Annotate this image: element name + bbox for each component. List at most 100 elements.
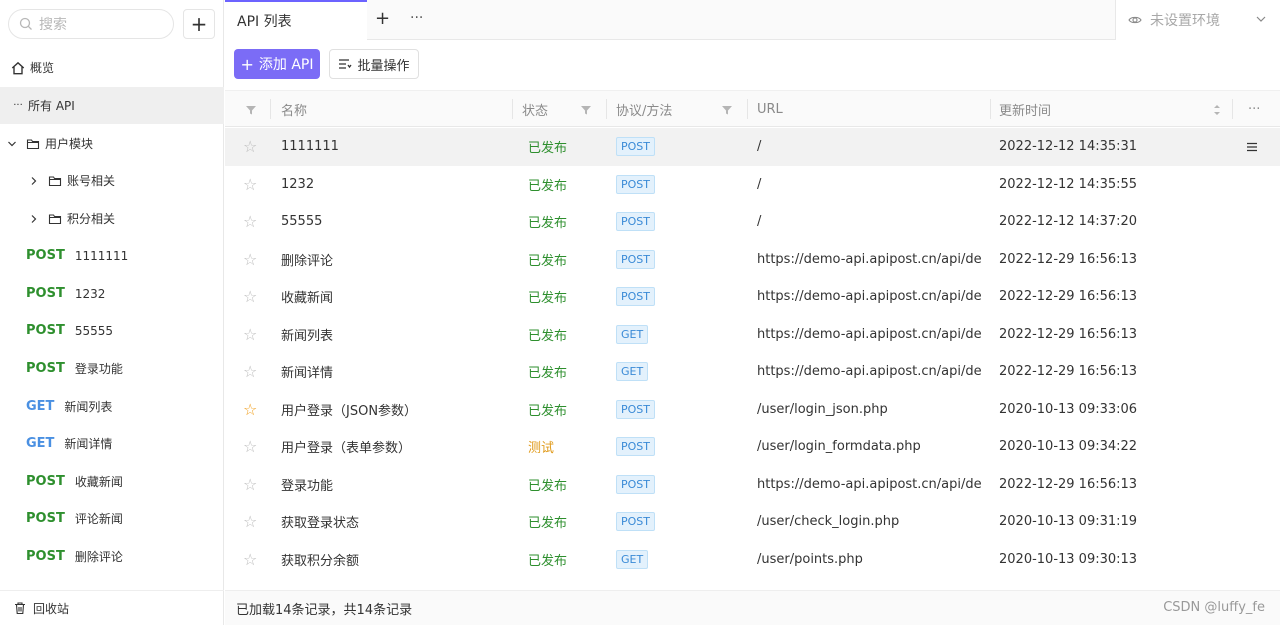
method-tag: POST xyxy=(616,203,655,241)
method-tag-label: POST xyxy=(616,287,655,307)
star-icon[interactable]: ☆ xyxy=(243,203,257,241)
table-row[interactable]: ☆ 删除评论 已发布 POST https://demo-api.apipost.cn/… xyxy=(225,241,1280,279)
api-table: 名称 状态 协议/方法 URL 更新时间 ··· ☆ 1111111 已发布 P… xyxy=(225,90,1280,590)
sidebar-api-item[interactable]: POST 1111111 xyxy=(0,237,224,274)
sort-icon[interactable] xyxy=(1212,91,1222,128)
table-row[interactable]: ☆ 收藏新闻 已发布 POST https://demo-api.apipost.cn/… xyxy=(225,278,1280,316)
sidebar-folder-user[interactable]: 用户模块 xyxy=(0,125,224,162)
star-icon[interactable]: ☆ xyxy=(243,541,257,579)
table-row[interactable]: ☆ 用户登录（表单参数） 测试 POST/user/login_formdata.ph… xyxy=(225,428,1280,466)
column-header-name[interactable]: 名称 xyxy=(281,91,307,128)
sidebar-api-item[interactable]: POST 1232 xyxy=(0,275,224,312)
filter-icon[interactable] xyxy=(245,91,257,128)
column-more-button[interactable]: ··· xyxy=(1248,91,1260,128)
star-icon[interactable]: ☆ xyxy=(243,503,257,541)
column-header-status[interactable]: 状态 xyxy=(522,91,548,128)
method-tag: POST xyxy=(616,391,655,429)
plus-icon: + xyxy=(240,54,254,74)
method-tag-label: POST xyxy=(616,249,655,269)
sidebar: 搜索 + 概览 ··· 所有 API 用户模块 账号相关 积分相关 POST 1… xyxy=(0,0,224,625)
table-row[interactable]: ☆ 1111111 已发布 POST / 2022-12-12 14:35:31 xyxy=(225,128,1280,166)
updated-time: 2022-12-29 16:56:13 xyxy=(999,364,1138,380)
status-label: 已发布 xyxy=(528,478,568,494)
star-icon[interactable]: ☆ xyxy=(243,316,257,354)
sidebar-api-item[interactable]: POST 登录功能 xyxy=(0,350,224,387)
star-icon[interactable]: ☆ xyxy=(243,353,257,391)
status-label: 已发布 xyxy=(528,291,568,307)
url-cell: https://demo-api.apipost.cn/api/de... xyxy=(757,289,982,305)
filter-icon[interactable] xyxy=(721,91,733,128)
folder-icon xyxy=(26,138,40,149)
chevron-right-icon xyxy=(31,214,37,223)
sidebar-item-label: 1232 xyxy=(74,286,106,301)
sidebar-api-item[interactable]: POST 收藏新闻 xyxy=(0,463,224,500)
table-row[interactable]: ☆ 1232 已发布 POST / 2022-12-12 14:35:55 xyxy=(225,166,1280,204)
eye-icon xyxy=(1128,16,1142,24)
table-row[interactable]: ☆ 新闻详情 已发布 GET https://demo-api.apipost.cn/a… xyxy=(225,353,1280,391)
list-icon xyxy=(339,59,353,69)
star-icon[interactable]: ☆ xyxy=(243,466,257,504)
url-cell: / xyxy=(757,176,762,192)
sidebar-item-label: 用户模块 xyxy=(45,137,94,151)
search-input[interactable]: 搜索 xyxy=(8,9,174,39)
column-header-url[interactable]: URL xyxy=(757,91,783,128)
row-menu-icon[interactable] xyxy=(1246,128,1258,166)
status-label: 已发布 xyxy=(528,366,568,382)
sidebar-api-item[interactable]: GET 新闻列表 xyxy=(0,388,224,425)
sidebar-api-item[interactable]: GET 新闻详情 xyxy=(0,425,224,462)
url-cell: /user/login_formdata.php xyxy=(757,439,921,455)
table-row[interactable]: ☆ 用户登录（JSON参数） 已发布 POST/user/login_json.php… xyxy=(225,391,1280,429)
sidebar-api-item[interactable]: POST 评论新闻 xyxy=(0,500,224,537)
url-cell: https://demo-api.apipost.cn/api/de... xyxy=(757,476,982,492)
tab-more-button[interactable]: ··· xyxy=(410,10,423,26)
status-label: 已发布 xyxy=(528,141,568,157)
sidebar-item-overview[interactable]: 概览 xyxy=(0,49,224,86)
sidebar-api-item[interactable]: POST 55555 xyxy=(0,312,224,349)
status-label: 测试 xyxy=(528,441,555,457)
new-tab-button[interactable]: + xyxy=(375,8,390,29)
column-header-protocol[interactable]: 协议/方法 xyxy=(616,91,672,128)
updated-time: 2022-12-29 16:56:13 xyxy=(999,476,1138,492)
sidebar-item-label: 收藏新闻 xyxy=(74,475,123,489)
filter-icon[interactable] xyxy=(580,91,592,128)
method-tag: GET xyxy=(616,541,649,579)
sidebar-folder-account[interactable]: 账号相关 xyxy=(0,162,224,199)
add-button[interactable]: + xyxy=(183,9,215,39)
sidebar-api-item[interactable]: POST 删除评论 xyxy=(0,538,224,575)
trash-button[interactable]: 回收站 xyxy=(0,590,224,625)
sidebar-item-all-api[interactable]: ··· 所有 API xyxy=(0,87,224,124)
star-icon[interactable]: ☆ xyxy=(243,128,257,166)
star-icon[interactable]: ☆ xyxy=(243,241,257,279)
column-header-updated[interactable]: 更新时间 xyxy=(999,91,1051,128)
method-tag: POST xyxy=(616,466,655,504)
table-row[interactable]: ☆ 获取登录状态 已发布 POST/user/check_login.php 2020-… xyxy=(225,503,1280,541)
table-row[interactable]: ☆ 55555 已发布 POST / 2022-12-12 14:37:20 xyxy=(225,203,1280,241)
table-row[interactable]: ☆ 登录功能 已发布 POST https://demo-api.apipost.cn/… xyxy=(225,466,1280,504)
updated-time: 2022-12-29 16:56:13 xyxy=(999,251,1138,267)
folder-icon xyxy=(48,213,62,224)
status-label: 已发布 xyxy=(528,178,568,194)
method-tag-label: POST xyxy=(616,512,655,532)
method-label: POST xyxy=(26,286,65,301)
sidebar-folder-points[interactable]: 积分相关 xyxy=(0,200,224,237)
add-api-label: 添加 API xyxy=(258,57,314,73)
method-label: POST xyxy=(26,361,65,376)
star-icon[interactable]: ☆ xyxy=(243,278,257,316)
url-cell: / xyxy=(757,139,762,155)
updated-time: 2022-12-12 14:35:31 xyxy=(999,139,1138,155)
method-tag: POST xyxy=(616,278,655,316)
table-row[interactable]: ☆ 新闻列表 已发布 GET https://demo-api.apipost.cn/a… xyxy=(225,316,1280,354)
api-name: 获取积分余额 xyxy=(281,553,360,569)
bulk-label: 批量操作 xyxy=(357,58,410,74)
tab-api-list[interactable]: API 列表 xyxy=(225,0,367,40)
api-name: 1111111 xyxy=(281,139,339,155)
bulk-operation-button[interactable]: 批量操作 xyxy=(329,49,419,79)
star-icon[interactable]: ☆ xyxy=(243,166,257,204)
star-icon[interactable]: ☆ xyxy=(243,391,257,429)
table-row[interactable]: ☆ 获取积分余额 已发布 GET/user/points.php 2020-10-13 … xyxy=(225,541,1280,579)
main-panel: API 列表 + ··· 未设置环境 + 添加 API 批量操作 名称 状态 协… xyxy=(225,0,1280,625)
add-api-button[interactable]: + 添加 API xyxy=(234,49,320,79)
api-name: 登录功能 xyxy=(281,478,334,494)
environment-select[interactable]: 未设置环境 xyxy=(1115,0,1280,40)
star-icon[interactable]: ☆ xyxy=(243,428,257,466)
